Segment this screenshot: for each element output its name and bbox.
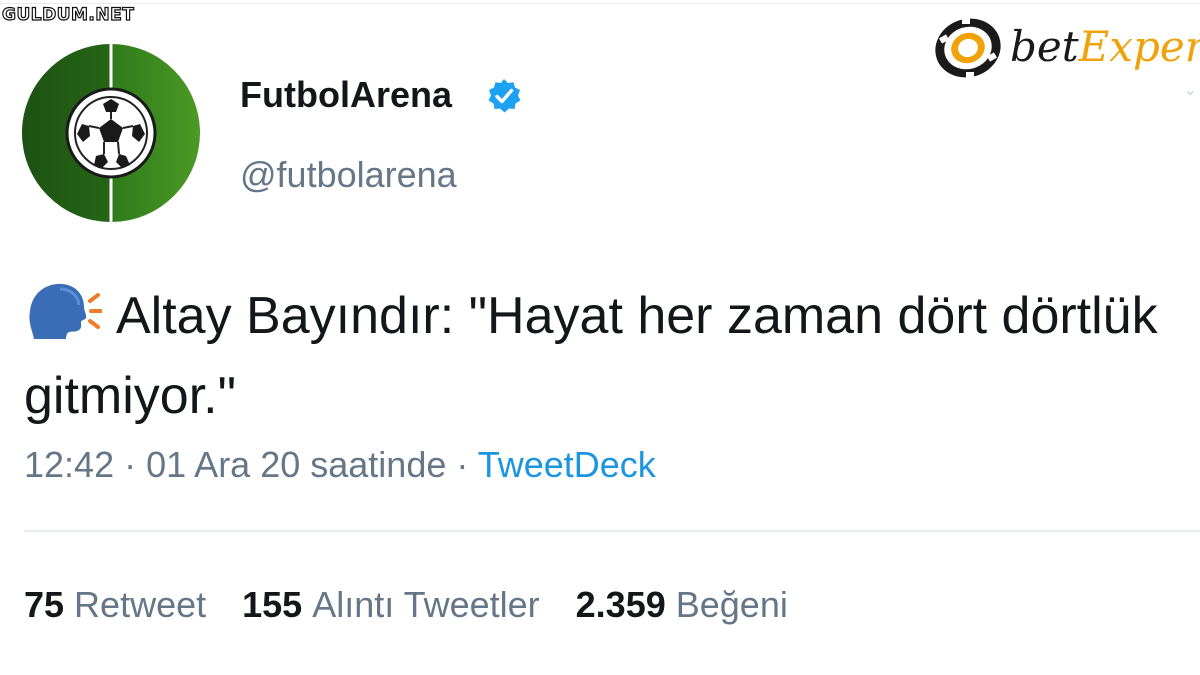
top-divider xyxy=(0,3,1200,4)
avatar[interactable] xyxy=(22,44,200,222)
verified-badge-icon xyxy=(488,79,521,113)
brand-logo: betExper xyxy=(932,14,1200,86)
user-handle[interactable]: @futbolarena xyxy=(240,153,457,197)
tweet-text: Altay Bayındır: "Hayat her zaman dört dö… xyxy=(24,287,1158,425)
tweet-screenshot: GULDUM.NET betExper ⌄ FutbolArena @futbo… xyxy=(0,0,1200,675)
speaking-head-icon xyxy=(29,283,102,339)
stat-label: Retweet xyxy=(74,584,207,625)
stat-count: 75 xyxy=(24,584,65,625)
display-name[interactable]: FutbolArena xyxy=(240,74,452,116)
tweet-body: Altay Bayındır: "Hayat her zaman dört dö… xyxy=(24,276,1174,436)
stat-count: 155 xyxy=(242,584,303,625)
tweet-date[interactable]: 01 Ara 20 saatinde xyxy=(146,444,446,485)
stat-label: Alıntı Tweetler xyxy=(312,584,540,625)
tweet-meta: 12:42 · 01 Ara 20 saatinde · TweetDeck xyxy=(24,442,656,488)
meta-separator: · xyxy=(124,444,137,485)
stat-label: Beğeni xyxy=(675,584,788,625)
watermark: GULDUM.NET xyxy=(1,4,135,25)
brand-wordmark: betExper xyxy=(1010,22,1200,72)
brand-text-exper: Exper xyxy=(1078,22,1200,71)
retweet-count-link[interactable]: 75 Retweet xyxy=(24,582,206,628)
stats-divider xyxy=(24,530,1200,532)
tweet-source-link[interactable]: TweetDeck xyxy=(478,444,656,485)
tweet-time[interactable]: 12:42 xyxy=(24,444,114,485)
quote-tweets-link[interactable]: 155 Alıntı Tweetler xyxy=(242,582,540,628)
poker-chip-icon xyxy=(935,18,1001,78)
soccer-ball-icon xyxy=(74,96,148,170)
likes-link[interactable]: 2.359 Beğeni xyxy=(576,582,788,628)
meta-separator: · xyxy=(456,444,469,485)
stat-count: 2.359 xyxy=(575,584,666,625)
engagement-stats: 75 Retweet 155 Alıntı Tweetler 2.359 Beğeni xyxy=(24,582,824,628)
caret-icon[interactable]: ⌄ xyxy=(1184,80,1197,100)
brand-text-bet: bet xyxy=(1010,22,1079,71)
